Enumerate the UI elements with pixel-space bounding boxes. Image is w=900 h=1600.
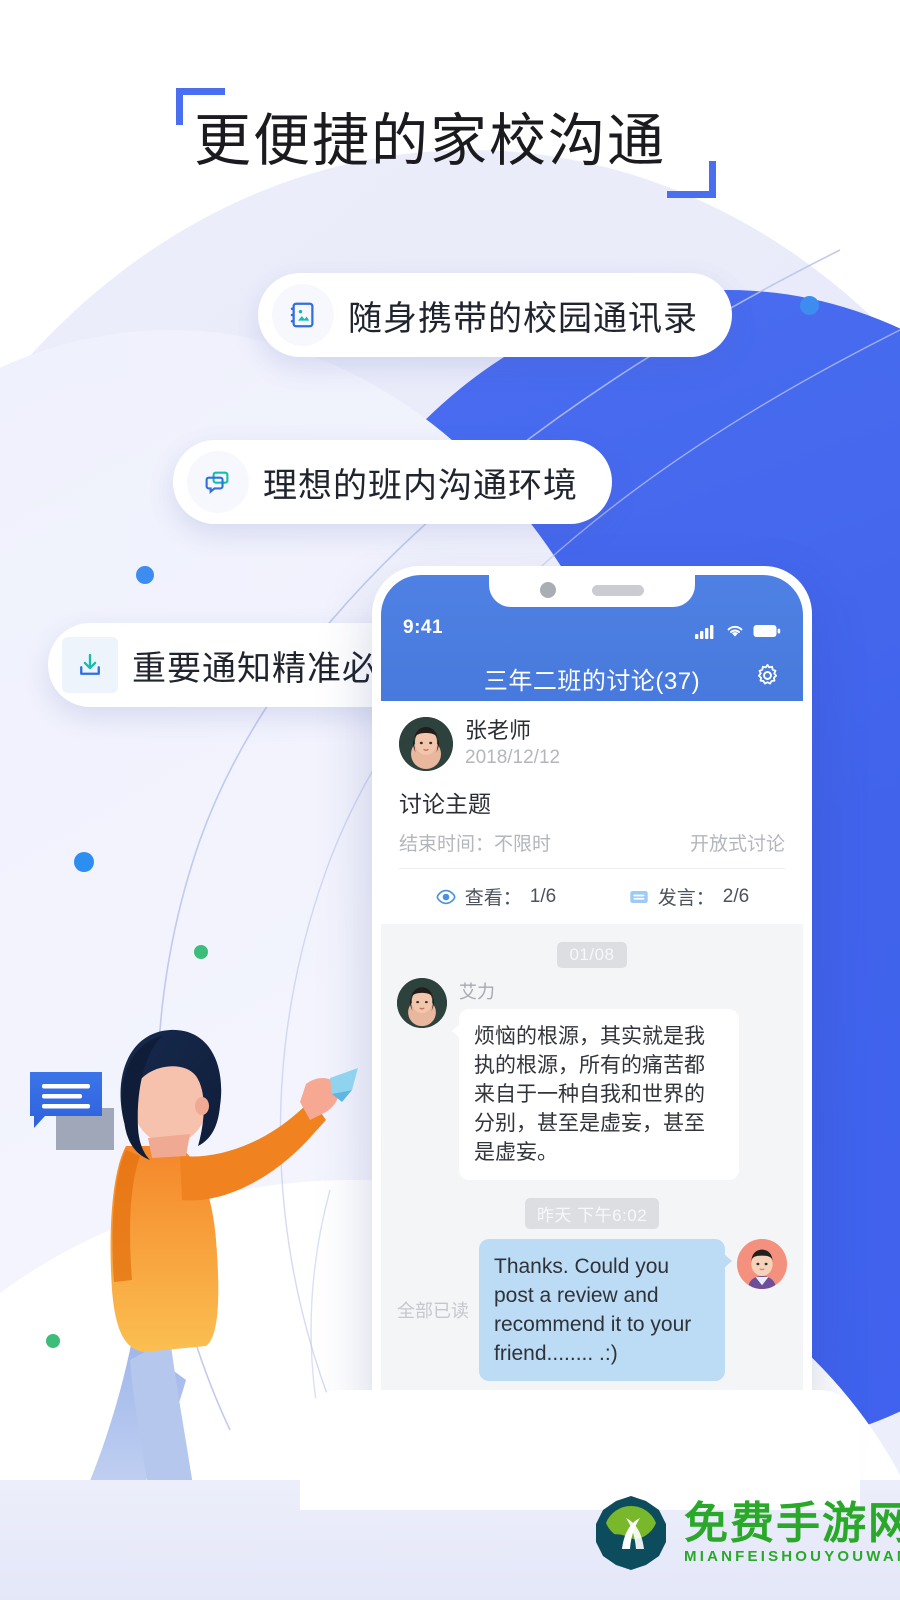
watermark-subtitle: MIANFEISHOUYOUWANG bbox=[684, 1548, 900, 1565]
decor-dot-3 bbox=[74, 852, 94, 872]
topic-author-name: 张老师 bbox=[465, 718, 532, 743]
topic-author-row: 张老师 2018/12/12 bbox=[399, 717, 785, 771]
message-thread[interactable]: 张老师 2018/12/12 讨论主题 结束时间：不限时 开放式讨论 查看： 1… bbox=[381, 701, 803, 1405]
status-time: 9:41 bbox=[403, 617, 444, 638]
message-content: Thanks. Could you post a review and reco… bbox=[479, 1239, 732, 1381]
feature-pill-chat[interactable]: 理想的班内沟通环境 bbox=[173, 440, 612, 524]
stat-value: 2/6 bbox=[722, 885, 750, 907]
feature-pill-label: 理想的班内沟通环境 bbox=[263, 466, 578, 505]
decor-dot-green-1 bbox=[194, 945, 208, 959]
watermark: 免费手游网 MIANFEISHOUYOUWANG bbox=[592, 1494, 900, 1572]
read-status: 全部已读 bbox=[397, 1301, 469, 1321]
watermark-text: 免费手游网 MIANFEISHOUYOUWANG bbox=[684, 1500, 900, 1566]
watermark-title: 免费手游网 bbox=[684, 1498, 900, 1549]
watermark-logo-icon bbox=[596, 1496, 666, 1570]
stat-views: 查看： 1/6 bbox=[435, 883, 556, 910]
date-divider-label: 01/08 bbox=[557, 942, 627, 968]
topic-type: 开放式讨论 bbox=[689, 834, 785, 855]
stat-posts: 发言： 2/6 bbox=[628, 883, 749, 910]
status-indicators bbox=[695, 623, 781, 639]
download-inbox-icon bbox=[62, 637, 118, 693]
gear-icon[interactable] bbox=[754, 662, 781, 694]
signal-bars-icon bbox=[695, 625, 714, 639]
feature-pill-label: 重要通知精准必达 bbox=[132, 649, 412, 688]
page-title: 更便捷的家校沟通 bbox=[194, 110, 666, 173]
headline-block: 更便捷的家校沟通 bbox=[176, 88, 716, 198]
date-divider: 01/08 bbox=[381, 942, 803, 968]
message-content: 艾力 烦恼的根源，其实就是我执的根源，所有的痛苦都来自于一种自我和世界的分别，甚… bbox=[452, 978, 739, 1180]
message-row-incoming: 艾力 烦恼的根源，其实就是我执的根源，所有的痛苦都来自于一种自我和世界的分别，甚… bbox=[381, 978, 803, 1180]
message-sender: 艾力 bbox=[459, 982, 495, 1002]
front-camera-icon bbox=[540, 582, 556, 598]
battery-icon bbox=[753, 625, 781, 637]
message-bubble[interactable]: Thanks. Could you post a review and reco… bbox=[479, 1239, 732, 1381]
topic-title: 讨论主题 bbox=[399, 791, 491, 817]
message-row-outgoing: 全部已读 Thanks. Could you post a review and… bbox=[381, 1239, 803, 1381]
feature-pill-contacts[interactable]: 随身携带的校园通讯录 bbox=[258, 273, 732, 357]
status-bar: 9:41 bbox=[381, 575, 803, 647]
time-divider: 昨天 下午6:02 bbox=[381, 1198, 803, 1229]
eye-icon bbox=[436, 889, 456, 904]
stat-label: 发言： bbox=[657, 888, 715, 909]
topic-stats-row: 查看： 1/6 发言： 2/6 bbox=[399, 869, 785, 924]
decor-dot-1 bbox=[800, 296, 819, 315]
feature-pill-label: 随身携带的校园通讯录 bbox=[348, 299, 698, 338]
decor-dot-2 bbox=[136, 566, 154, 584]
avatar bbox=[399, 717, 453, 771]
phone-screen: 9:41 三年二班的讨论(37) 张老师 2018/12/12 讨论主题 结束时… bbox=[381, 575, 803, 1477]
phone-mockup: 9:41 三年二班的讨论(37) 张老师 2018/12/12 讨论主题 结束时… bbox=[372, 566, 812, 1486]
chat-title: 三年二班的讨论(37) bbox=[483, 667, 701, 695]
stat-value: 1/6 bbox=[529, 885, 557, 907]
chat-note-icon bbox=[30, 1072, 114, 1150]
footer-notch bbox=[300, 1390, 860, 1510]
wifi-icon bbox=[727, 625, 743, 637]
chat-header: 三年二班的讨论(37) bbox=[381, 647, 803, 709]
topic-end-time: 结束时间：不限时 bbox=[399, 834, 552, 855]
avatar[interactable] bbox=[737, 1239, 787, 1289]
stat-label: 查看： bbox=[464, 888, 522, 909]
message-bubble[interactable]: 烦恼的根源，其实就是我执的根源，所有的痛苦都来自于一种自我和世界的分别，甚至是虚… bbox=[452, 1009, 739, 1180]
contact-card-icon bbox=[272, 284, 334, 346]
promo-screenshot: 更便捷的家校沟通 随身携带的校园通讯录 理想的班内沟通环境 重要通知精准必达 9… bbox=[0, 0, 900, 1600]
corner-bracket-bottom-right bbox=[667, 161, 716, 198]
discussion-topic-card: 张老师 2018/12/12 讨论主题 结束时间：不限时 开放式讨论 查看： 1… bbox=[381, 701, 803, 924]
topic-meta-row: 结束时间：不限时 开放式讨论 bbox=[399, 829, 785, 869]
message-icon bbox=[630, 890, 648, 903]
time-divider-label: 昨天 下午6:02 bbox=[524, 1198, 660, 1229]
earpiece-speaker bbox=[592, 584, 644, 596]
chat-bubbles-icon bbox=[187, 451, 249, 513]
topic-date: 2018/12/12 bbox=[465, 747, 561, 768]
avatar[interactable] bbox=[397, 978, 447, 1028]
phone-notch bbox=[489, 575, 695, 607]
